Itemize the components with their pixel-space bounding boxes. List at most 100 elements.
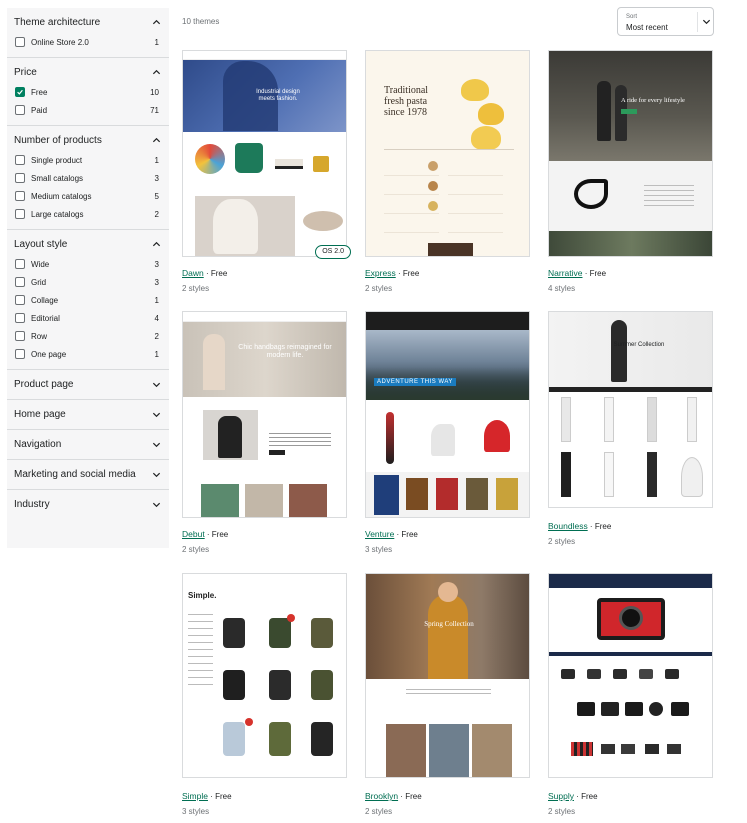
hero-text: fresh pasta <box>384 96 428 107</box>
sort-divider <box>697 12 698 32</box>
facet-title: Number of products <box>14 135 102 146</box>
filter-option[interactable]: Grid 3 <box>7 273 169 291</box>
filter-option[interactable]: Single product 1 <box>7 151 169 169</box>
facet-title: Industry <box>14 499 50 510</box>
checkbox[interactable] <box>15 349 25 359</box>
checkbox[interactable] <box>15 209 25 219</box>
filter-option-count: 3 <box>154 173 159 183</box>
filter-option-label: Free <box>31 87 48 97</box>
facet-title: Marketing and social media <box>14 469 136 480</box>
checkbox[interactable] <box>15 313 25 323</box>
theme-price: · Free <box>207 792 232 801</box>
theme-preview-image[interactable]: Summer Collection <box>548 311 713 508</box>
checkbox[interactable] <box>15 37 25 47</box>
checkbox[interactable] <box>15 105 25 115</box>
filter-option[interactable]: Paid 71 <box>7 101 169 119</box>
theme-name-link[interactable]: Supply <box>548 791 574 801</box>
filter-option-label: Paid <box>31 105 48 115</box>
filter-option[interactable]: Medium catalogs 5 <box>7 187 169 205</box>
hero-text: Spring Collection <box>424 620 474 628</box>
facet-title: Home page <box>14 409 66 420</box>
results-count: 10 themes <box>182 17 220 26</box>
chevron-up-icon <box>151 240 161 250</box>
filter-sidebar: Theme architecture Online Store 2.0 1 Pri… <box>7 8 169 548</box>
theme-price: · Free <box>587 522 612 531</box>
filter-option[interactable]: Large catalogs 2 <box>7 205 169 223</box>
chevron-up-icon <box>151 136 161 146</box>
theme-preview-image[interactable] <box>548 573 713 778</box>
theme-preview-image[interactable]: Spring Collection <box>365 573 530 778</box>
filter-option-label: Large catalogs <box>31 209 84 219</box>
filter-option[interactable]: One page 1 <box>7 345 169 363</box>
filter-option-count: 1 <box>154 349 159 359</box>
filter-option[interactable]: Row 2 <box>7 327 169 345</box>
checkbox[interactable] <box>15 259 25 269</box>
chevron-down-icon <box>151 380 161 390</box>
facet-layout-style: Layout style Wide 3 Grid 3 Collage 1 Editor… <box>7 230 169 370</box>
filter-option-count: 3 <box>154 259 159 269</box>
theme-preview-image[interactable]: Industrial design meets fashion. <box>182 50 347 257</box>
theme-styles-count: 4 styles <box>548 284 576 293</box>
chevron-up-icon <box>151 68 161 78</box>
sort-select[interactable]: Sort Most recent <box>617 7 714 36</box>
facet-header[interactable]: Home page <box>7 400 169 429</box>
filter-option[interactable]: Free 10 <box>7 83 169 101</box>
filter-option-count: 5 <box>154 191 159 201</box>
theme-meta: Debut · Free 2 styles <box>182 524 228 554</box>
checkmark-icon <box>17 89 23 95</box>
filter-option[interactable]: Small catalogs 3 <box>7 169 169 187</box>
chevron-down-icon <box>151 470 161 480</box>
facet-number-of-products: Number of products Single product 1 Small… <box>7 126 169 230</box>
theme-name-link[interactable]: Dawn <box>182 268 204 278</box>
filter-option-label: Grid <box>31 277 47 287</box>
theme-name-link[interactable]: Simple <box>182 791 208 801</box>
filter-option-label: Row <box>31 331 48 341</box>
filter-option-label: Single product <box>31 155 83 165</box>
theme-name-link[interactable]: Brooklyn <box>365 791 398 801</box>
checkbox[interactable] <box>15 173 25 183</box>
checkbox[interactable] <box>15 191 25 201</box>
checkbox[interactable] <box>15 295 25 305</box>
theme-styles-count: 3 styles <box>365 545 393 554</box>
theme-name-link[interactable]: Narrative <box>548 268 582 278</box>
filter-option[interactable]: Online Store 2.0 1 <box>7 33 169 51</box>
facet-header[interactable]: Industry <box>7 490 169 519</box>
theme-meta: Brooklyn · Free 2 styles <box>365 786 422 816</box>
os2-badge: OS 2.0 <box>315 245 351 259</box>
theme-meta: Boundless · Free 2 styles <box>548 516 611 546</box>
filter-option-count: 2 <box>154 209 159 219</box>
filter-option-count: 3 <box>154 277 159 287</box>
facet-navigation: Navigation <box>7 430 169 460</box>
theme-name-link[interactable]: Venture <box>365 529 394 539</box>
filter-option[interactable]: Wide 3 <box>7 255 169 273</box>
theme-name-link[interactable]: Debut <box>182 529 205 539</box>
theme-preview-image[interactable]: Traditional fresh pasta since 1978 <box>365 50 530 257</box>
theme-meta: Simple · Free 3 styles <box>182 786 232 816</box>
checkbox[interactable] <box>15 155 25 165</box>
theme-price: · Free <box>394 530 418 539</box>
facet-header[interactable]: Navigation <box>7 430 169 459</box>
theme-preview-image[interactable]: A ride for every lifestyle <box>548 50 713 257</box>
hero-text: Summer Collection <box>613 342 665 348</box>
theme-price: · Free <box>395 269 420 278</box>
theme-preview-image[interactable]: ADVENTURE THIS WAY <box>365 311 530 518</box>
sort-label: Sort <box>626 14 638 20</box>
theme-name-link[interactable]: Express <box>365 268 396 278</box>
hero-text: A ride for every lifestyle <box>621 97 685 104</box>
theme-preview-image[interactable]: Chic handbags reimagined for modern life… <box>182 311 347 518</box>
filter-option[interactable]: Collage 1 <box>7 291 169 309</box>
checkbox[interactable] <box>15 277 25 287</box>
theme-styles-count: 2 styles <box>548 807 576 816</box>
checkbox-checked[interactable] <box>15 87 25 97</box>
facet-title: Price <box>14 67 37 78</box>
chevron-down-icon <box>151 500 161 510</box>
filter-option-label: One page <box>31 349 67 359</box>
filter-option-label: Editorial <box>31 313 60 323</box>
chevron-down-icon <box>151 440 161 450</box>
checkbox[interactable] <box>15 331 25 341</box>
filter-option[interactable]: Editorial 4 <box>7 309 169 327</box>
facet-header[interactable]: Product page <box>7 370 169 399</box>
theme-name-link[interactable]: Boundless <box>548 521 588 531</box>
theme-preview-image[interactable]: Simple. <box>182 573 347 778</box>
facet-header[interactable]: Marketing and social media <box>7 460 169 489</box>
